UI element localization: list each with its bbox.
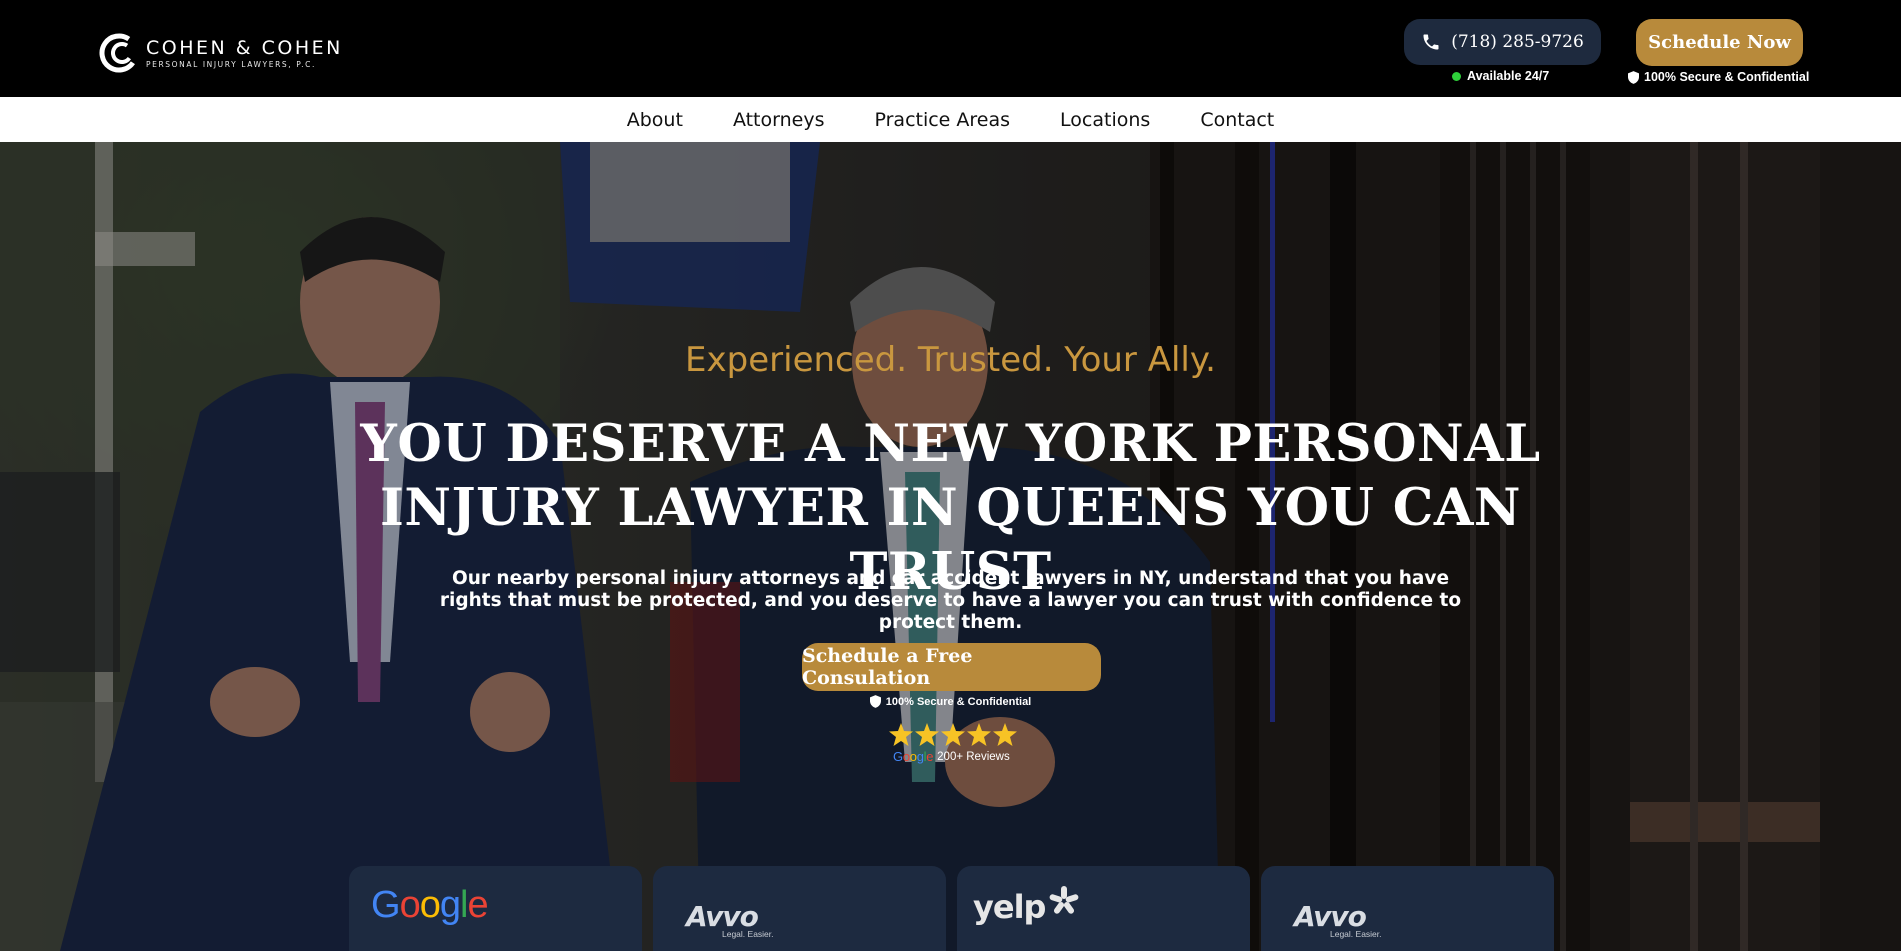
hero-subtext: Our nearby personal injury attorneys and…	[439, 568, 1462, 633]
availability-label: Available 24/7	[1467, 69, 1550, 83]
phone-icon	[1423, 34, 1439, 50]
site-logo[interactable]: COHEN & COHEN PERSONAL INJURY LAWYERS, P…	[98, 32, 343, 74]
secure-label: 100% Secure & Confidential	[885, 695, 1032, 708]
star-icon	[915, 723, 939, 746]
star-icon	[967, 723, 991, 746]
review-card-yelp[interactable]: yelp	[957, 866, 1250, 951]
available-dot-icon	[1452, 71, 1461, 81]
yelp-wordmark: yelp	[973, 888, 1046, 926]
avvo-tagline: Legal. Easier.	[1330, 929, 1382, 939]
google-logo: Google	[371, 884, 489, 926]
rating-stars	[889, 723, 1019, 746]
nav-item-attorneys[interactable]: Attorneys	[733, 109, 825, 131]
main-nav: About Attorneys Practice Areas Locations…	[0, 97, 1901, 142]
brand-subtitle: PERSONAL INJURY LAWYERS, P.C.	[146, 59, 316, 69]
free-consultation-button[interactable]: Schedule a Free Consulation	[802, 643, 1101, 691]
avvo-logo: Avvo Legal. Easier.	[686, 900, 774, 939]
phone-number: (718) 285-9726	[1451, 32, 1584, 52]
avvo-logo: Avvo Legal. Easier.	[1294, 900, 1382, 939]
yelp-burst-icon	[1050, 886, 1079, 914]
star-icon	[993, 723, 1017, 746]
google-wordmark: Google	[893, 749, 934, 764]
nav-item-about[interactable]: About	[627, 109, 683, 131]
site-header: COHEN & COHEN PERSONAL INJURY LAWYERS, P…	[0, 0, 1901, 97]
star-icon	[889, 723, 913, 746]
availability-status: Available 24/7	[1452, 69, 1549, 83]
review-card-avvo[interactable]: Avvo Legal. Easier.	[653, 866, 946, 951]
review-count: 200+ Reviews	[937, 750, 1010, 763]
hero-section: Experienced. Trusted. Your Ally. YOU DES…	[0, 142, 1901, 951]
cohen-logo-mark-icon	[98, 32, 140, 74]
nav-item-contact[interactable]: Contact	[1200, 109, 1274, 131]
review-card-avvo-2[interactable]: Avvo Legal. Easier.	[1261, 866, 1554, 951]
hero-tagline: Experienced. Trusted. Your Ally.	[685, 340, 1216, 380]
google-reviews-summary[interactable]: Google 200+ Reviews	[893, 749, 1010, 764]
secure-confidential-header: 100% Secure & Confidential	[1628, 70, 1809, 84]
star-icon	[941, 723, 965, 746]
nav-item-locations[interactable]: Locations	[1060, 109, 1150, 131]
review-card-google[interactable]: Google	[349, 866, 642, 951]
avvo-tagline: Legal. Easier.	[722, 929, 774, 939]
brand-name: COHEN & COHEN	[146, 36, 343, 59]
shield-icon	[869, 695, 881, 708]
shield-icon	[1628, 70, 1639, 84]
schedule-now-label: Schedule Now	[1648, 32, 1791, 53]
secure-label: 100% Secure & Confidential	[1644, 70, 1810, 84]
nav-item-practice-areas[interactable]: Practice Areas	[874, 109, 1010, 131]
free-consultation-label: Schedule a Free Consulation	[802, 645, 973, 689]
phone-button[interactable]: (718) 285-9726	[1404, 19, 1601, 65]
yelp-logo: yelp	[973, 886, 1081, 926]
secure-confidential-hero: 100% Secure & Confidential	[0, 695, 1901, 708]
schedule-now-button[interactable]: Schedule Now	[1636, 19, 1803, 66]
